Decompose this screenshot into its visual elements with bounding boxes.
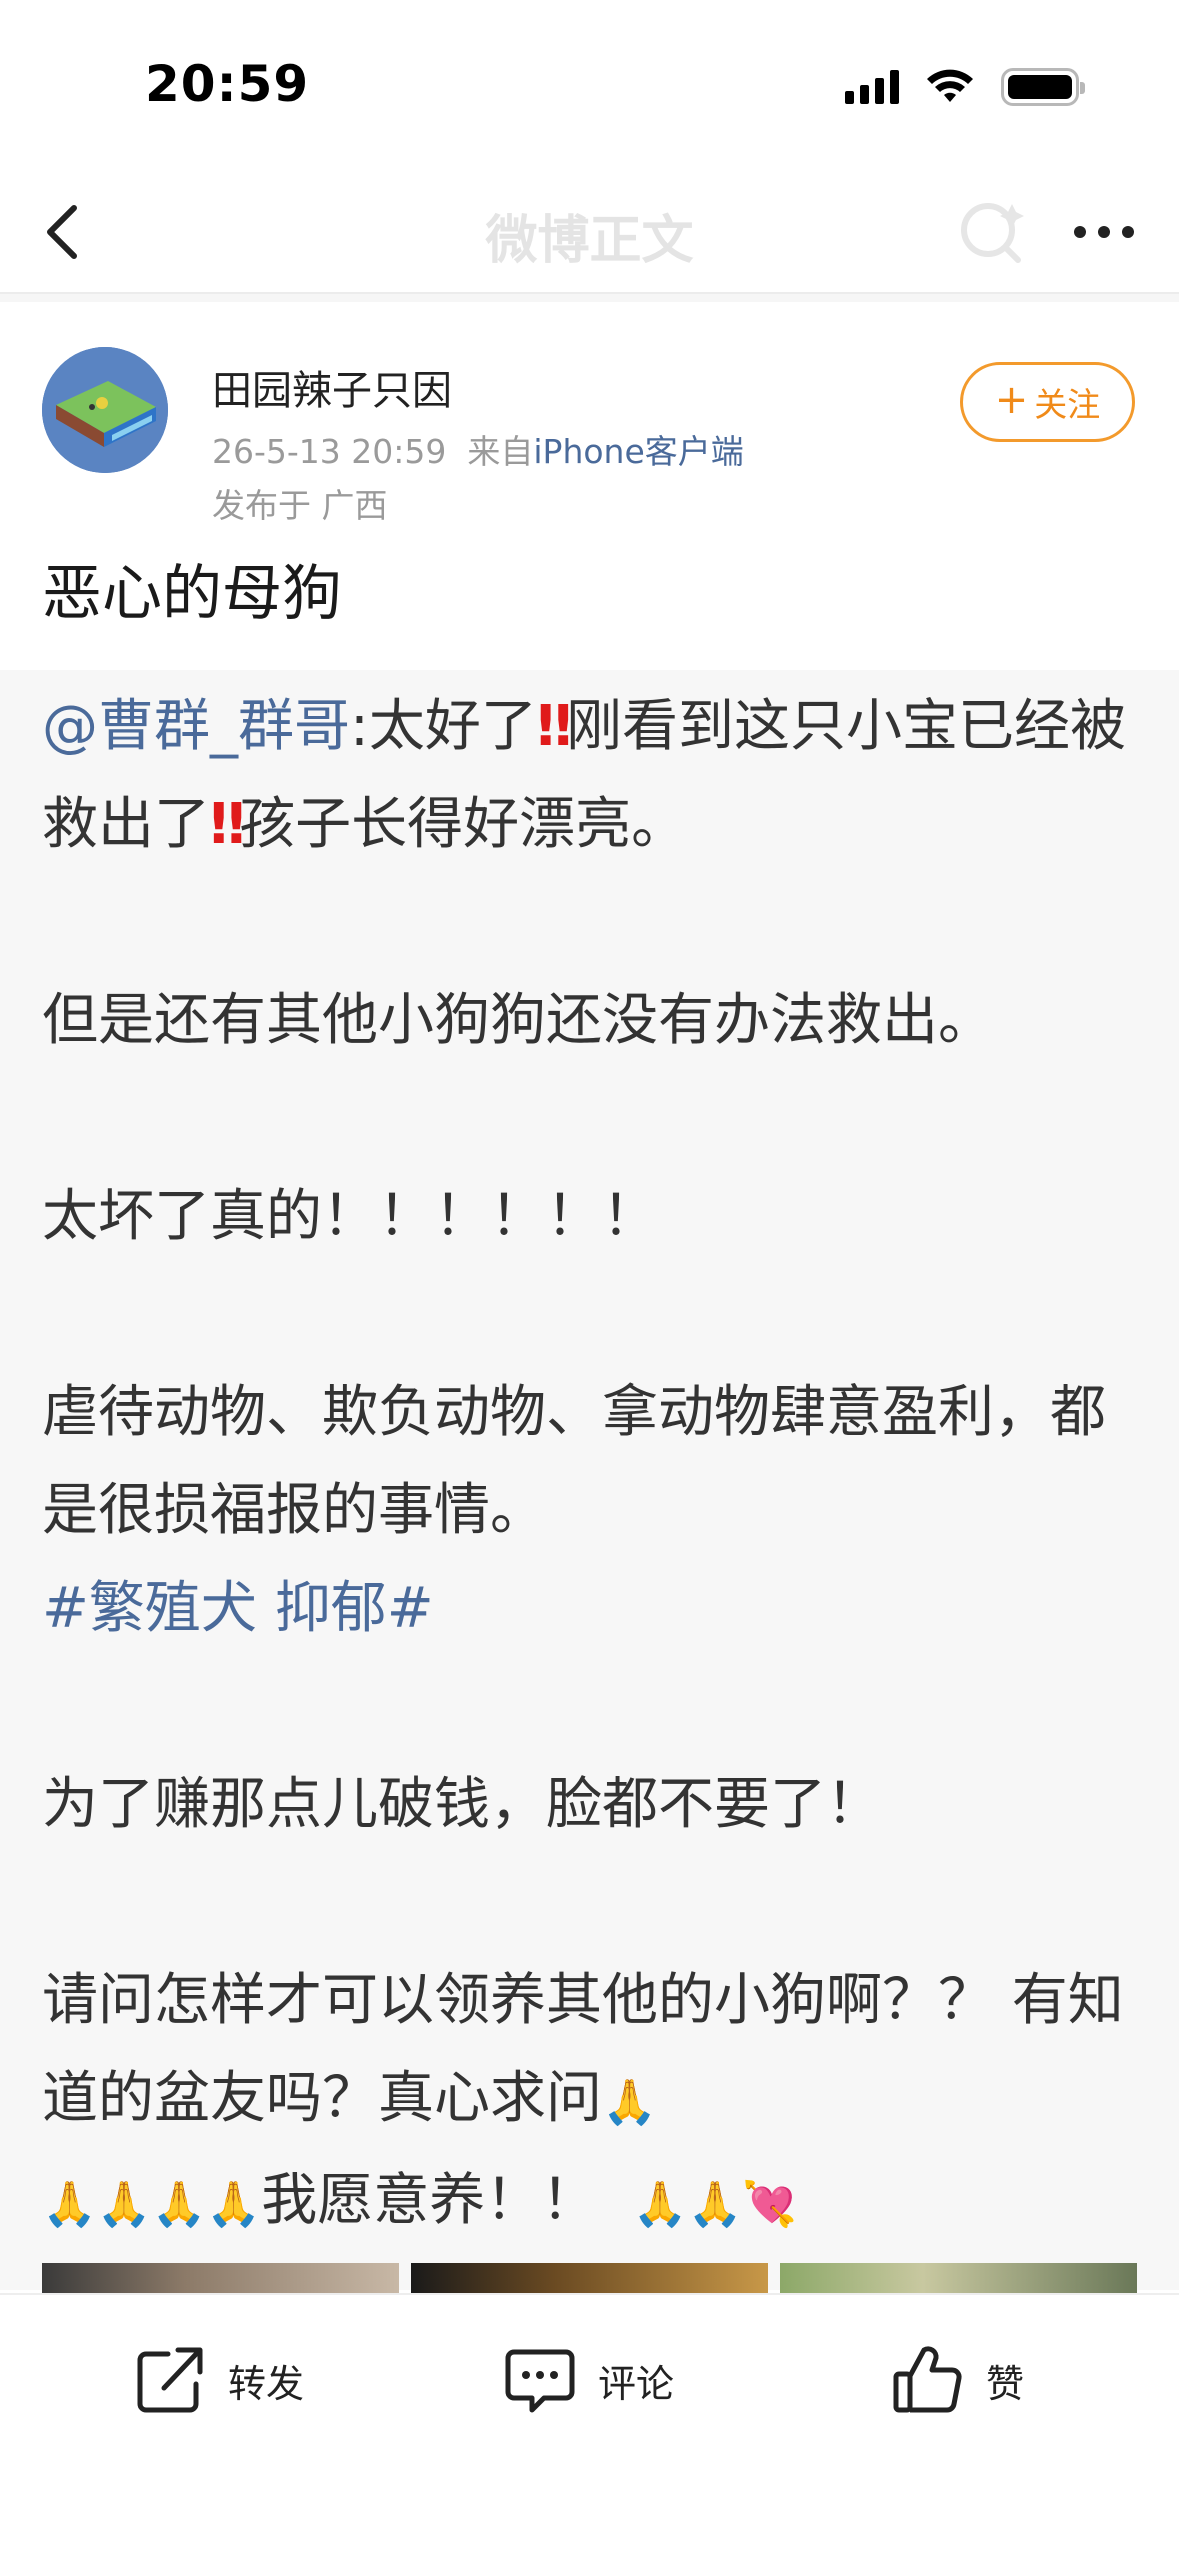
wifi-icon [927,69,973,102]
mention-link[interactable]: @曹群_群哥 [42,694,350,759]
repost-text: @曹群_群哥:太好了‼刚看到这只小宝已经被救出了‼孩子长得好漂亮。 但是还有其他… [42,670,1142,2254]
repost-button[interactable]: 转发 [130,2295,304,2465]
pray-icon: 🙏 [206,2179,262,2230]
repost-text-span: 请问怎样才可以领养其他的小狗啊？？ 有知道的盆友吗？真心求问 [42,1968,1124,2131]
comment-button[interactable]: 评论 [500,2295,674,2465]
repost-text-span: 我愿意养！！ [261,2168,598,2233]
repost-paragraph: 太坏了真的！！！！！！ [42,1184,658,1249]
image-thumbnail[interactable] [411,2263,768,2293]
pray-icon: 🙏 [602,2077,657,2128]
like-label: 赞 [986,2361,1025,2406]
author-name[interactable]: 田园辣子只因 [212,358,452,416]
post-timestamp: 26-5-13 20:59 [212,432,447,471]
post-text: 恶心的母狗 [42,559,342,629]
more-horizontal-icon[interactable] [1062,190,1146,274]
pray-icon: 🙏 [687,2179,743,2230]
thumbs-up-icon [893,2346,962,2413]
repost-text-span: 孩子长得好漂亮。 [239,792,688,857]
comment-label: 评论 [598,2361,675,2406]
image-thumbnail[interactable] [780,2263,1137,2293]
avatar-image [42,347,168,473]
image-thumbnails [42,2263,1137,2293]
post-location: 发布于 广西 [212,486,388,525]
status-bar: 20:59 [0,0,1179,170]
repost-text-span: :太好了 [350,694,537,759]
double-exclamation-icon: ‼ [210,792,245,857]
nav-bar: 微博正文 [0,170,1179,295]
post-source[interactable]: iPhone客户端 [533,432,743,471]
image-thumbnail[interactable] [42,2263,399,2293]
pray-icon: 🙏 [96,2179,152,2230]
pray-icon: 🙏 [632,2179,688,2230]
pray-icon: 🙏 [42,2179,97,2230]
follow-label: 关注 [1034,385,1101,424]
source-prefix: 来自 [467,432,534,471]
search-icon[interactable] [950,190,1034,274]
repost-paragraph: 为了赚那点儿破钱，脸都不要了！ [42,1772,882,1837]
repost-label: 转发 [228,2361,305,2406]
repost-paragraph: 虐待动物、欺负动物、拿动物肆意盈利，都是很损福报的事情。 [42,1380,1106,1543]
double-exclamation-icon: ‼ [536,694,572,759]
like-button[interactable]: 赞 [888,2295,1024,2465]
repost-paragraph: @曹群_群哥:太好了‼刚看到这只小宝已经被救出了‼孩子长得好漂亮。 [42,678,1142,874]
heart-icon: 💘 [742,2179,798,2230]
signal-icon [845,70,899,104]
bottom-toolbar: 转发 评论 赞 [0,2293,1179,2556]
battery-icon [1001,68,1085,106]
pray-icon: 🙏 [151,2179,207,2230]
nav-divider [0,292,1179,302]
repost-paragraph: 请问怎样才可以领养其他的小狗啊？？ 有知道的盆友吗？真心求问🙏 🙏🙏🙏🙏我愿意养… [42,1952,1142,2254]
share-icon [137,2347,203,2413]
repost-block[interactable]: @曹群_群哥:太好了‼刚看到这只小宝已经被救出了‼孩子长得好漂亮。 但是还有其他… [0,670,1179,2290]
avatar[interactable] [42,347,168,473]
status-time: 20:59 [145,55,310,113]
follow-button[interactable]: + 关注 [960,362,1135,442]
status-icons [845,62,1085,112]
repost-paragraph: 但是还有其他小狗狗还没有办法救出。 [42,988,994,1053]
post-meta: 26-5-13 20:59 来自iPhone客户端 [212,425,744,473]
plus-icon: + [994,377,1029,423]
comment-icon [505,2349,575,2413]
hashtag-link[interactable]: #繁殖犬 抑郁# [42,1576,434,1641]
